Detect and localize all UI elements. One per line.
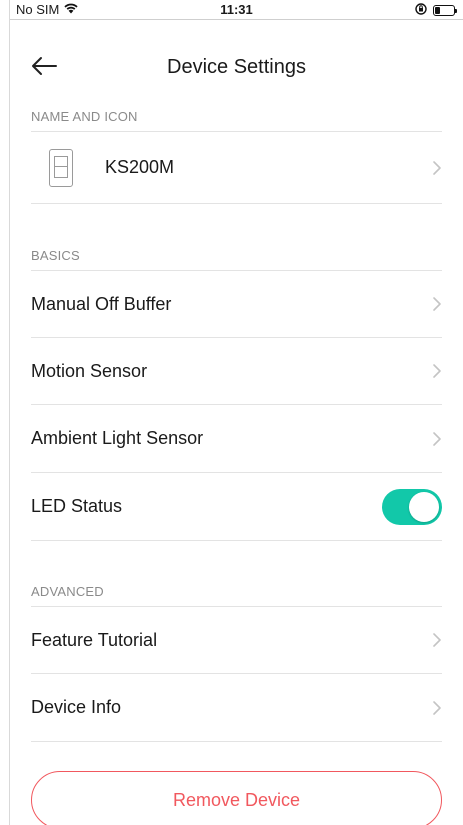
chevron-right-icon (433, 431, 441, 446)
row-label: Device Info (31, 697, 122, 717)
status-time: 11:31 (220, 2, 253, 17)
row-device-info[interactable]: Device Info (31, 674, 442, 741)
section-header-name-and-icon: NAME AND ICON (31, 109, 138, 124)
toggle-knob (409, 491, 439, 522)
row-label: Manual Off Buffer (31, 293, 172, 314)
battery-icon (433, 5, 457, 16)
remove-device-button[interactable]: Remove Device (31, 771, 442, 825)
nav-bar: Device Settings (10, 40, 463, 92)
row-label: Ambient Light Sensor (31, 428, 204, 448)
chevron-right-icon (433, 633, 441, 647)
device-name-row[interactable]: KS200M (31, 132, 442, 203)
row-label: LED Status (31, 496, 123, 516)
row-motion-sensor[interactable]: Motion Sensor (31, 338, 442, 404)
row-label: Feature Tutorial (31, 629, 158, 650)
row-manual-off-buffer[interactable]: Manual Off Buffer (31, 271, 442, 337)
battery-level (435, 7, 440, 14)
row-led-status: LED Status (31, 473, 442, 540)
section-header-advanced: ADVANCED (31, 584, 104, 599)
device-name: KS200M (105, 157, 175, 177)
chevron-right-icon (433, 364, 441, 378)
row-ambient-light-sensor[interactable]: Ambient Light Sensor (31, 405, 442, 472)
divider (31, 741, 442, 742)
row-label: Motion Sensor (31, 360, 148, 381)
status-bar: No SIM 11:31 (10, 0, 463, 20)
divider (31, 203, 442, 204)
chevron-right-icon (433, 160, 441, 175)
divider (31, 540, 442, 541)
section-header-basics: BASICS (31, 248, 80, 263)
light-switch-icon (49, 148, 73, 187)
led-status-toggle[interactable] (382, 488, 442, 525)
device-settings-screen: No SIM 11:31 Device Settings NAME AND IC… (9, 0, 463, 825)
chevron-right-icon (433, 297, 441, 311)
row-feature-tutorial[interactable]: Feature Tutorial (31, 607, 442, 673)
orientation-lock-icon (415, 3, 427, 18)
page-title: Device Settings (167, 56, 306, 78)
chevron-right-icon (433, 700, 441, 715)
status-right (415, 3, 457, 18)
